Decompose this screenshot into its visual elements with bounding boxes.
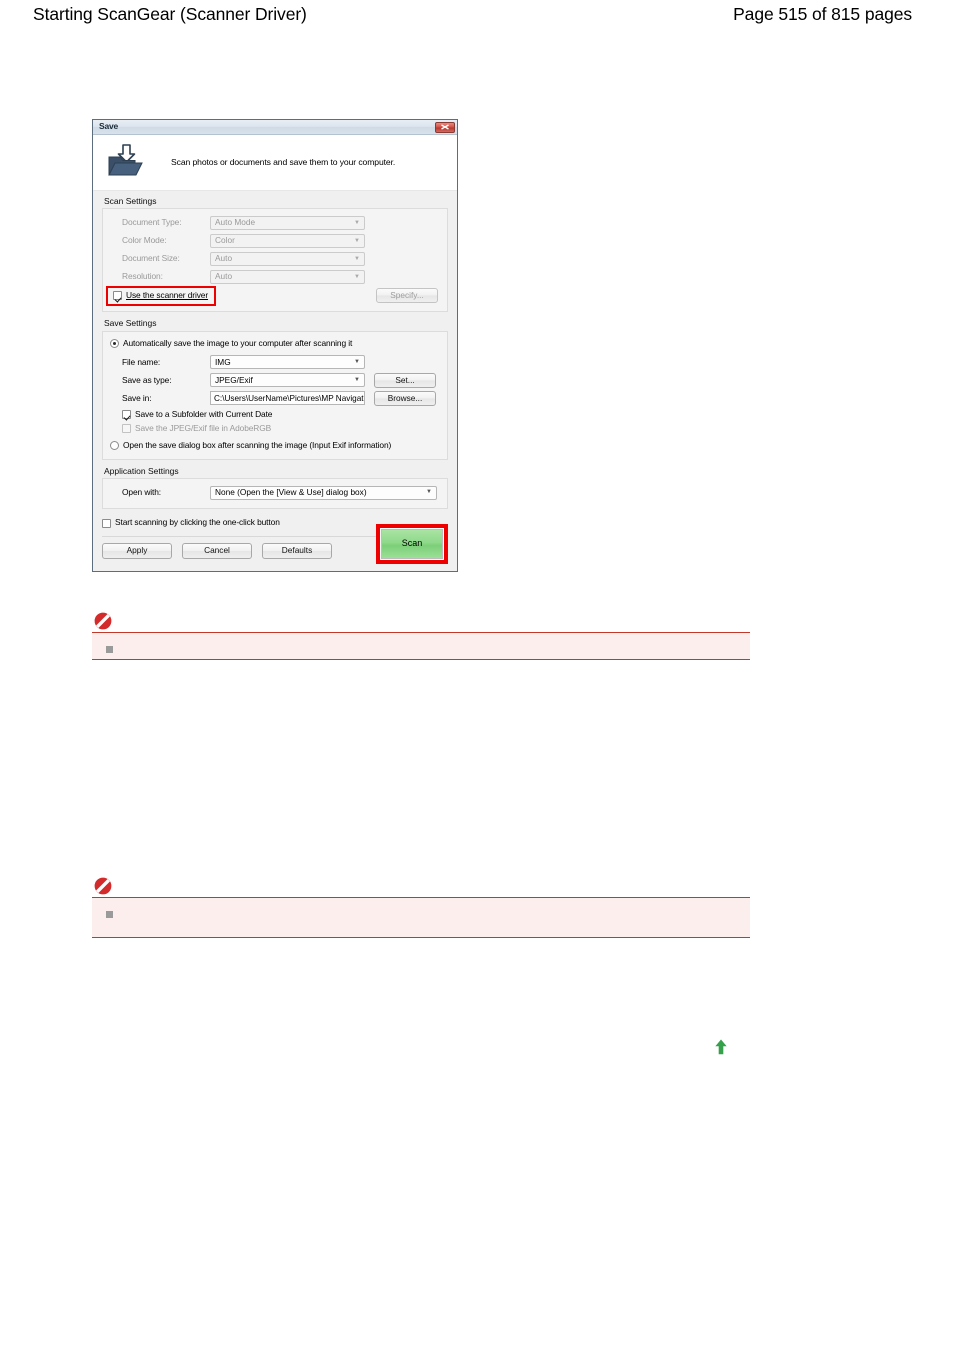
caution-block-1	[92, 610, 750, 660]
browse-button[interactable]: Browse...	[374, 390, 436, 406]
use-scanner-driver-row: Use the scanner driver Specify...	[106, 285, 440, 306]
one-click-checkbox[interactable]	[102, 518, 111, 528]
save-as-type-value: JPEG/Exif	[215, 374, 253, 385]
chevron-down-icon: ▼	[354, 237, 360, 244]
document-size-select[interactable]: Auto ▼	[210, 251, 365, 266]
chevron-down-icon: ▼	[354, 376, 360, 383]
dialog-title: Save	[99, 121, 119, 132]
scan-button[interactable]: Scan	[381, 529, 443, 559]
caution-body-2	[92, 897, 750, 938]
chevron-down-icon: ▼	[354, 358, 360, 365]
open-save-dialog-label: Open the save dialog box after scanning …	[123, 440, 392, 451]
save-to-folder-icon	[105, 143, 147, 183]
subfolder-label: Save to a Subfolder with Current Date	[135, 409, 273, 420]
close-icon[interactable]	[435, 121, 455, 133]
file-name-label: File name:	[122, 356, 161, 367]
document-size-value: Auto	[215, 253, 233, 264]
save-in-label: Save in:	[122, 392, 152, 403]
caution-icon	[92, 875, 114, 897]
file-name-row: File name: IMG ▼	[110, 354, 440, 371]
color-mode-label: Color Mode:	[122, 235, 167, 246]
file-name-value: IMG	[215, 356, 231, 367]
defaults-button[interactable]: Defaults	[262, 543, 332, 559]
subfolder-row[interactable]: Save to a Subfolder with Current Date	[110, 408, 440, 422]
apply-button[interactable]: Apply	[102, 543, 172, 559]
document-type-value: Auto Mode	[215, 217, 256, 228]
document-size-label: Document Size:	[122, 253, 180, 264]
document-size-row: Document Size: Auto ▼	[110, 250, 440, 267]
open-with-value: None (Open the [View & Use] dialog box)	[215, 486, 367, 497]
document-type-label: Document Type:	[122, 217, 182, 228]
page-header: Starting ScanGear (Scanner Driver) Page …	[0, 0, 954, 34]
dialog-panels: Scan Settings Document Type: Auto Mode ▼…	[93, 191, 457, 571]
subfolder-checkbox[interactable]	[122, 410, 131, 420]
page-top-arrow-icon[interactable]	[711, 1037, 731, 1057]
document-type-row: Document Type: Auto Mode ▼	[110, 214, 440, 231]
scan-settings-title: Scan Settings	[104, 196, 157, 206]
chevron-down-icon: ▼	[354, 273, 360, 280]
open-with-select[interactable]: None (Open the [View & Use] dialog box) …	[210, 485, 437, 500]
bullet-icon	[106, 646, 113, 653]
page-title: Starting ScanGear (Scanner Driver)	[33, 4, 307, 24]
set-button[interactable]: Set...	[374, 372, 436, 388]
adobergb-label: Save the JPEG/Exif file in AdobeRGB	[135, 423, 272, 434]
document-type-select[interactable]: Auto Mode ▼	[210, 215, 365, 230]
page-number: Page 515 of 815 pages	[733, 4, 912, 24]
scan-settings-group: Scan Settings Document Type: Auto Mode ▼…	[102, 196, 448, 313]
color-mode-value: Color	[215, 235, 235, 246]
color-mode-row: Color Mode: Color ▼	[110, 232, 440, 249]
application-settings-title: Application Settings	[104, 465, 179, 476]
open-with-row: Open with: None (Open the [View & Use] d…	[110, 484, 440, 501]
open-with-label: Open with:	[122, 486, 162, 497]
adobergb-row[interactable]: Save the JPEG/Exif file in AdobeRGB	[110, 422, 440, 436]
resolution-label: Resolution:	[122, 271, 163, 282]
save-as-type-select[interactable]: JPEG/Exif ▼	[210, 373, 365, 388]
cancel-button[interactable]: Cancel	[182, 543, 252, 559]
color-mode-select[interactable]: Color ▼	[210, 233, 365, 248]
dialog-button-row: Apply Cancel Defaults	[102, 543, 332, 559]
banner-text: Scan photos or documents and save them t…	[171, 156, 396, 167]
dialog-titlebar: Save	[93, 120, 457, 135]
use-scanner-driver-checkbox[interactable]	[113, 291, 122, 301]
caution-block-2	[92, 875, 750, 938]
chevron-down-icon: ▼	[354, 255, 360, 262]
highlight-scan-button: Scan	[376, 524, 448, 564]
one-click-label: Start scanning by clicking the one-click…	[115, 517, 280, 528]
dialog-body: Scan photos or documents and save them t…	[93, 135, 457, 571]
caution-body-1	[92, 632, 750, 660]
save-in-row: Save in: C:\Users\UserName\Pictures\MP N…	[110, 390, 440, 407]
specify-button[interactable]: Specify...	[376, 288, 438, 304]
open-save-dialog-row[interactable]: Open the save dialog box after scanning …	[110, 439, 440, 453]
save-in-path[interactable]: C:\Users\UserName\Pictures\MP Navigat	[210, 391, 365, 406]
auto-save-radio-row[interactable]: Automatically save the image to your com…	[110, 337, 440, 351]
application-settings-group: Application Settings Open with: None (Op…	[102, 465, 448, 510]
adobergb-checkbox[interactable]	[122, 424, 131, 434]
resolution-select[interactable]: Auto ▼	[210, 269, 365, 284]
save-settings-group: Save Settings Automatically save the ima…	[102, 318, 448, 460]
save-settings-title: Save Settings	[104, 318, 157, 329]
resolution-row: Resolution: Auto ▼	[110, 268, 440, 285]
caution-icon	[92, 610, 114, 632]
resolution-value: Auto	[215, 271, 233, 282]
file-name-input[interactable]: IMG ▼	[210, 355, 365, 370]
save-dialog: Save Scan photos or documents and save t…	[92, 119, 458, 572]
chevron-down-icon: ▼	[426, 489, 432, 496]
auto-save-label: Automatically save the image to your com…	[123, 338, 353, 349]
chevron-down-icon: ▼	[354, 219, 360, 226]
save-as-type-row: Save as type: JPEG/Exif ▼ Set...	[110, 372, 440, 389]
open-save-dialog-radio[interactable]	[110, 441, 119, 451]
use-scanner-driver-label: Use the scanner driver	[126, 290, 209, 301]
bullet-icon	[106, 911, 113, 918]
dialog-banner: Scan photos or documents and save them t…	[93, 135, 457, 191]
save-as-type-label: Save as type:	[122, 374, 172, 385]
auto-save-radio[interactable]	[110, 339, 119, 349]
